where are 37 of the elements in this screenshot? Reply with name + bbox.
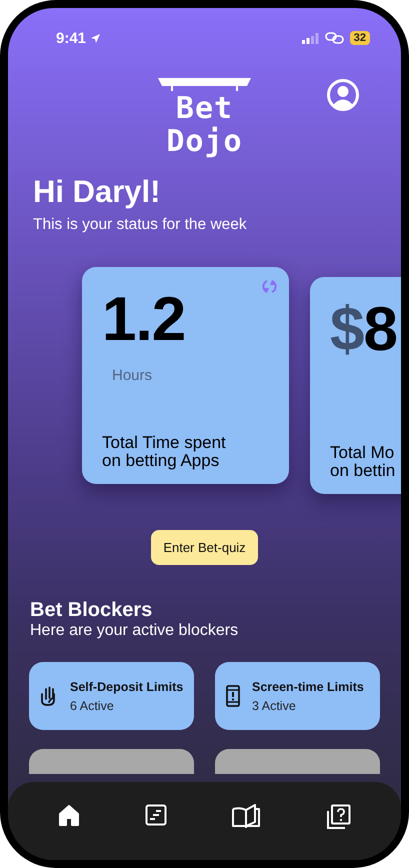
battery-level: 32 — [350, 31, 370, 45]
hand-icon — [40, 686, 58, 706]
home-icon[interactable] — [58, 804, 80, 826]
logo-text: Dojo — [166, 125, 243, 158]
blocker-title: Self-Deposit Limits — [70, 680, 184, 694]
stat-unit: Hours — [112, 367, 154, 384]
book-icon[interactable] — [232, 804, 260, 828]
blocker-card[interactable] — [215, 749, 380, 774]
section-title: Bet Blockers — [30, 599, 154, 621]
location-arrow-icon — [90, 32, 102, 44]
stat-label: on bettin — [330, 462, 396, 480]
stat-card[interactable]: 1.2 Hours Total Time spent on betting Apps — [82, 267, 289, 484]
profile-icon[interactable] — [327, 79, 359, 111]
phone-alert-icon — [226, 685, 240, 707]
notes-icon[interactable] — [145, 804, 168, 826]
clock-time: 9:41 — [56, 30, 86, 46]
stat-label: on betting Apps — [102, 452, 220, 470]
blocker-count: 6 Active — [70, 698, 115, 712]
blocker-card[interactable]: Screen-time Limits 3 Active — [215, 662, 380, 730]
help-icon[interactable] — [324, 804, 351, 830]
blocker-title: Screen-time Limits — [252, 680, 364, 694]
stat-value: $8 — [330, 299, 398, 361]
stat-value: 1.2 — [102, 289, 186, 351]
blocker-card[interactable]: Self-Deposit Limits 6 Active — [29, 662, 194, 730]
blocker-card[interactable] — [29, 749, 194, 774]
logo-text: Bet — [176, 92, 234, 125]
stat-card[interactable]: $8 Total Mo on bettin — [310, 277, 401, 494]
blocker-count: 3 Active — [252, 698, 297, 712]
greeting-subtitle: This is your status for the week — [33, 216, 248, 234]
gate-roof-icon — [158, 78, 251, 92]
signal-icon — [302, 32, 319, 44]
stat-label: Total Time spent — [102, 434, 227, 452]
section-subtitle: Here are your active blockers — [30, 622, 240, 640]
quiz-button[interactable]: Enter Bet-quiz — [151, 530, 258, 565]
link-icon — [324, 32, 344, 44]
greeting-title: Hi Daryl! — [33, 174, 162, 210]
stat-label: Total Mo — [330, 444, 396, 462]
